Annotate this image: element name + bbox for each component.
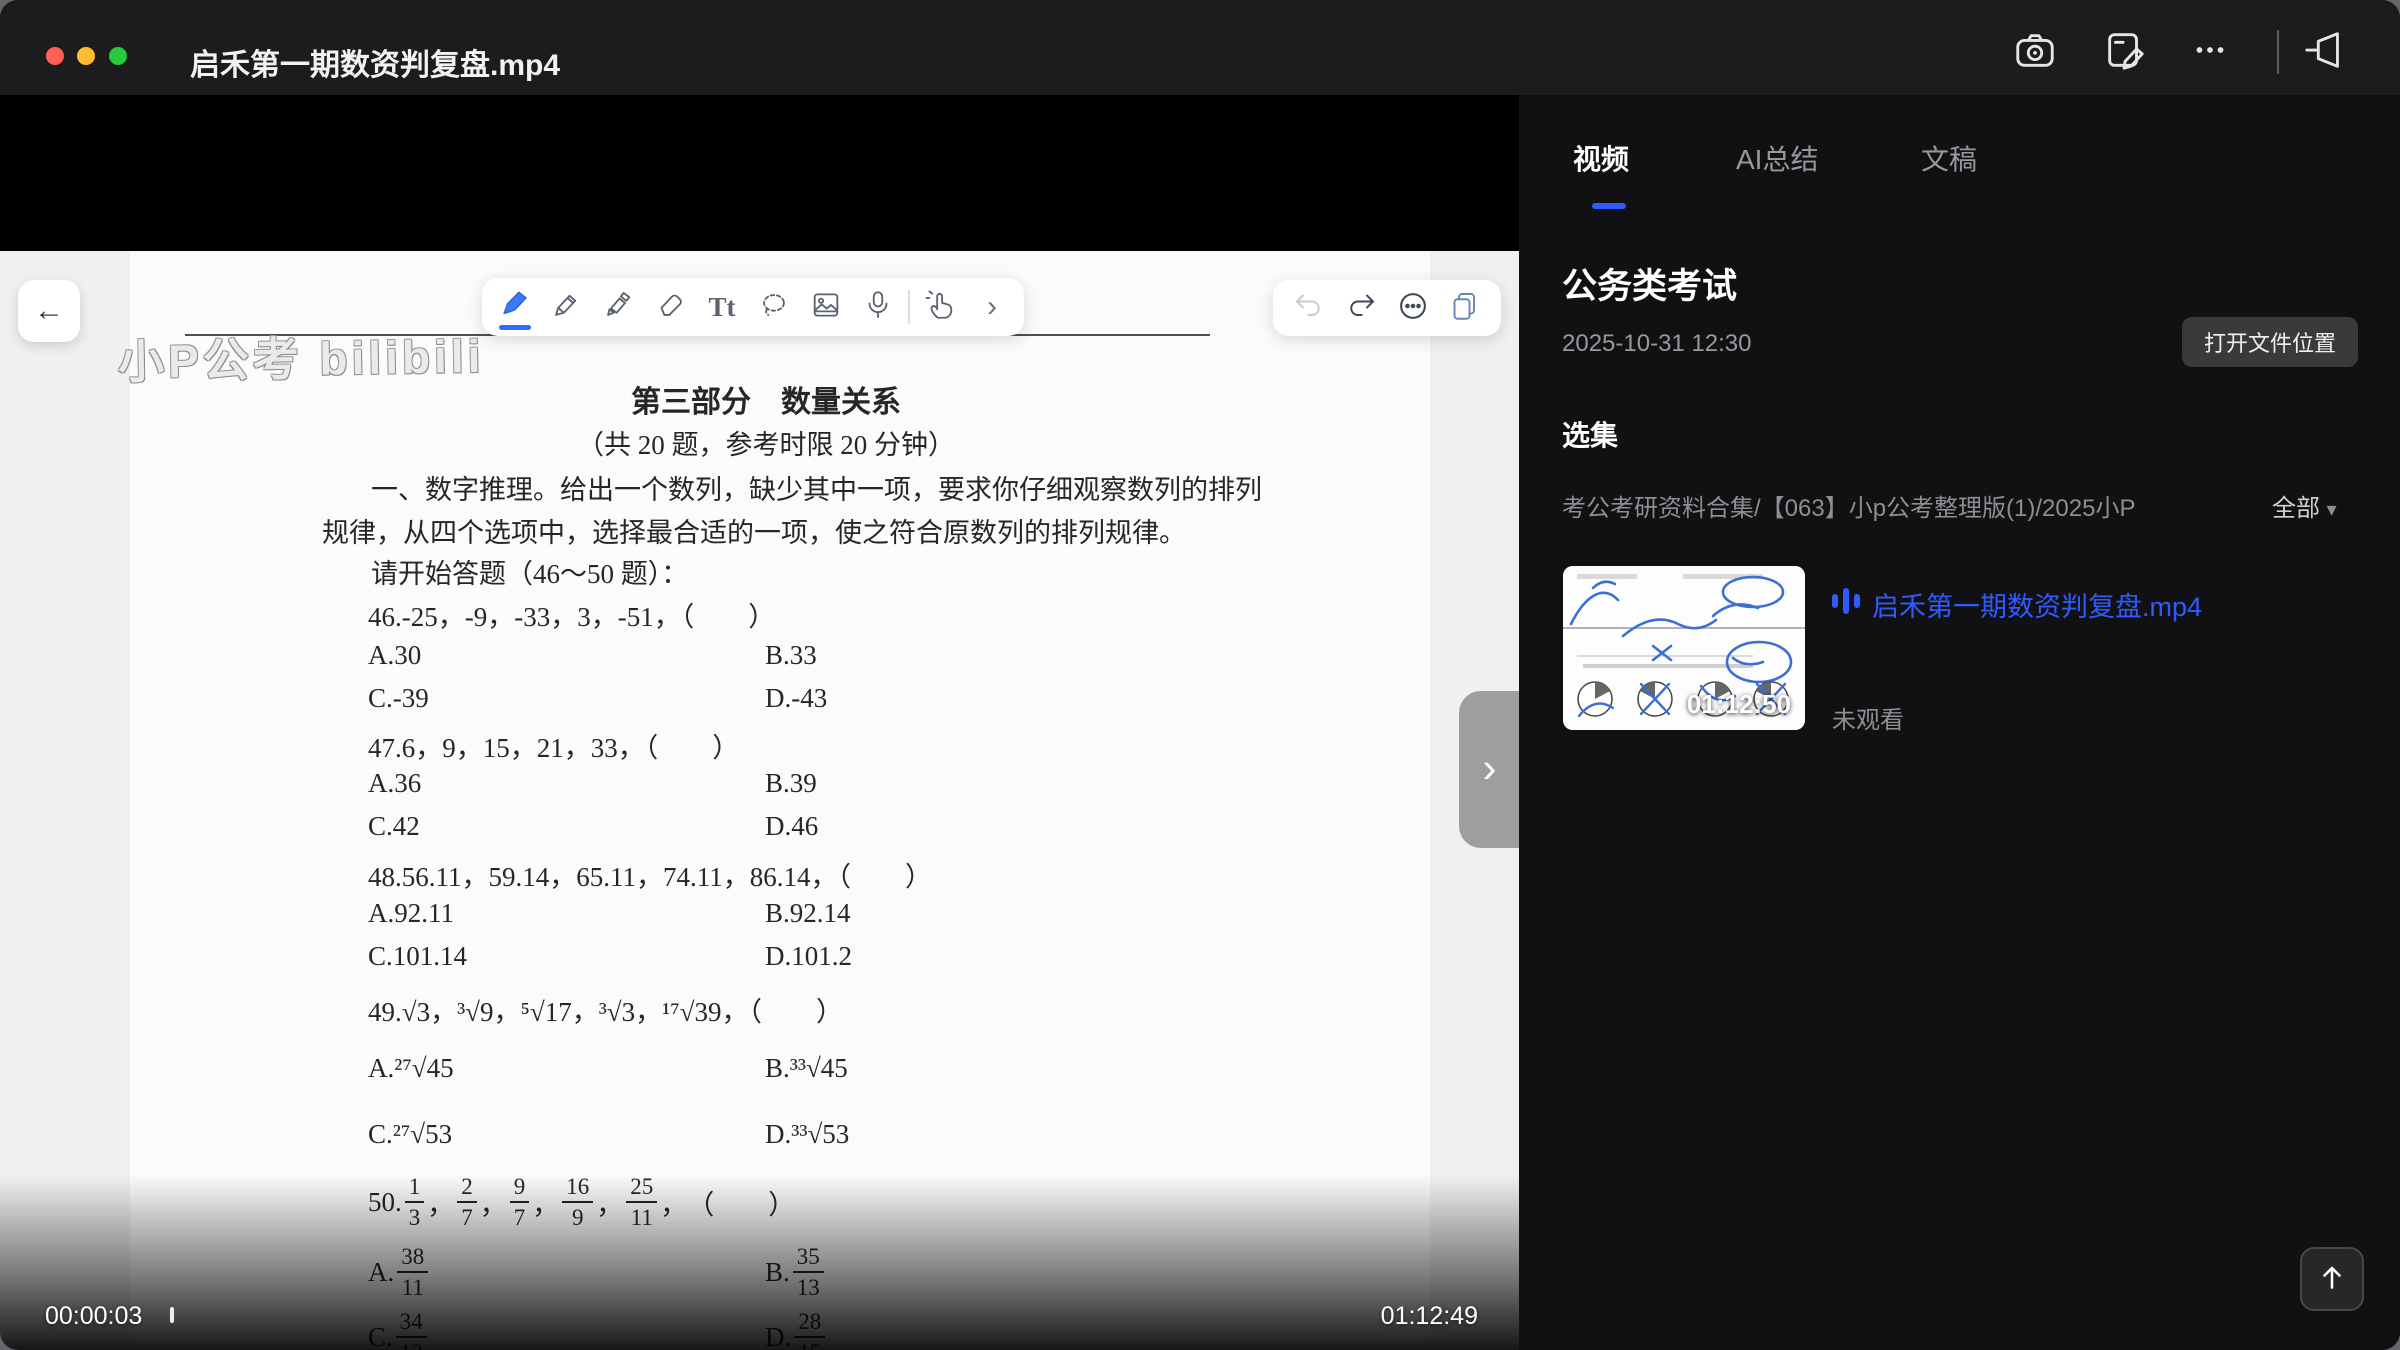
current-time: 00:00:03 xyxy=(45,1302,142,1331)
toolbar-divider xyxy=(908,290,910,324)
total-time: 01:12:49 xyxy=(1368,1302,1478,1331)
episode-duration-badge: 01:12:50 xyxy=(1687,689,1791,720)
doc-q46-option-c: C.-39 xyxy=(368,683,429,714)
open-file-location-button[interactable]: 打开文件位置 xyxy=(2182,317,2358,367)
doc-q48-option-c: C.101.14 xyxy=(368,941,467,972)
camera-icon xyxy=(2012,27,2058,78)
course-title: 公务类考试 xyxy=(1562,258,1737,309)
pin-panel-button[interactable] xyxy=(2301,28,2349,76)
doc-q46-option-b: B.33 xyxy=(765,640,817,671)
active-tab-underline xyxy=(1592,203,1626,209)
tab-video[interactable]: 视频 xyxy=(1573,138,1629,178)
mic-tool-button[interactable] xyxy=(852,279,904,335)
tab-transcript[interactable]: 文稿 xyxy=(1921,138,1977,178)
note-pencil-icon xyxy=(2102,27,2148,78)
annotation-toolbar: Tt xyxy=(482,278,1024,336)
pen-active-underline xyxy=(499,325,531,330)
lasso-tool-button[interactable] xyxy=(748,279,800,335)
pencil-icon xyxy=(549,288,583,327)
doc-q47-option-b: B.39 xyxy=(765,768,817,799)
doc-section-title: 第三部分 数量关系 xyxy=(322,377,1210,421)
doc-q46-option-a: A.30 xyxy=(368,640,421,671)
ellipsis-icon xyxy=(2187,27,2233,78)
doc-q49-option-a: A.²⁷√45 xyxy=(368,1053,454,1084)
hand-pointer-icon xyxy=(923,288,957,327)
scroll-to-top-button[interactable] xyxy=(2300,1247,2364,1311)
doc-q46-option-d: D.-43 xyxy=(765,683,827,714)
doc-q46-stem: 46.-25，-9，-33，3，-51，（ ） xyxy=(368,595,775,634)
doc-q48-option-b: B.92.14 xyxy=(765,898,851,929)
doc-q47-stem: 47.6，9，15，21，33，（ ） xyxy=(368,726,739,765)
more-tools-button[interactable] xyxy=(1387,280,1439,336)
doc-q48-option-a: A.92.11 xyxy=(368,898,454,929)
text-tool-button[interactable]: Tt xyxy=(696,279,748,335)
arrow-up-icon xyxy=(2314,1259,2350,1300)
now-playing-equalizer-icon xyxy=(1832,588,1862,614)
panel-toggle-flap[interactable]: › xyxy=(1459,691,1520,848)
video-player[interactable]: 小P公考 bilibili 第三部分 数量关系 （共 20 题，参考时限 20 … xyxy=(0,95,1519,1350)
undo-button[interactable] xyxy=(1283,280,1335,336)
tab-ai-summary[interactable]: AI总结 xyxy=(1736,138,1818,178)
copy-page-button[interactable] xyxy=(1439,280,1491,336)
redo-button[interactable] xyxy=(1335,280,1387,336)
redo-icon xyxy=(1343,288,1379,329)
filter-all-dropdown[interactable]: 全部 ▾ xyxy=(2272,488,2337,523)
doc-q49-option-c: C.²⁷√53 xyxy=(368,1119,452,1150)
video-bottom-gradient xyxy=(0,1175,1519,1350)
doc-q47-option-c: C.42 xyxy=(368,811,420,842)
video-back-button[interactable]: ← xyxy=(18,280,80,342)
highlighter-tool-button[interactable] xyxy=(592,279,644,335)
back-arrow-icon: ← xyxy=(34,294,64,328)
hand-pointer-tool-button[interactable] xyxy=(914,279,966,335)
titlebar: 启禾第一期数资判复盘.mp4 xyxy=(0,0,2400,95)
episode-watch-status: 未观看 xyxy=(1832,700,1904,735)
copy-icon xyxy=(1447,288,1483,329)
app-window: 启禾第一期数资判复盘.mp4 小P公考 bilibili xyxy=(0,0,2400,1350)
toolbar-expand-button[interactable]: › xyxy=(966,279,1018,335)
lasso-icon xyxy=(757,288,791,327)
chevron-right-icon: › xyxy=(1483,747,1497,789)
file-date: 2025-10-31 12:30 xyxy=(1562,330,1752,358)
close-traffic-light[interactable] xyxy=(46,47,64,65)
window-title: 启禾第一期数资判复盘.mp4 xyxy=(190,40,560,84)
doc-q47-option-d: D.46 xyxy=(765,811,818,842)
pin-icon xyxy=(2302,27,2348,78)
pen-tool-button[interactable] xyxy=(488,279,540,335)
doc-meta: （共 20 题，参考时限 20 分钟） xyxy=(322,423,1210,462)
episodes-heading: 选集 xyxy=(1562,414,1618,454)
pen-icon xyxy=(497,288,531,327)
microphone-icon xyxy=(861,288,895,327)
chevron-right-icon: › xyxy=(987,290,997,324)
titlebar-divider xyxy=(2277,30,2279,74)
doc-start-line: 请开始答题（46～50 题）： xyxy=(371,552,688,591)
episode-title-link[interactable]: 启禾第一期数资判复盘.mp4 xyxy=(1872,585,2202,624)
image-icon xyxy=(809,288,843,327)
eraser-tool-button[interactable] xyxy=(644,279,696,335)
doc-q49-stem: 49.√3，³√9，⁵√17，³√3，¹⁷√39，（ ） xyxy=(368,990,843,1029)
doc-q47-option-a: A.36 xyxy=(368,768,421,799)
eraser-icon xyxy=(653,288,687,327)
progress-playhead[interactable] xyxy=(170,1307,174,1323)
zoom-traffic-light[interactable] xyxy=(109,47,127,65)
minimize-traffic-light[interactable] xyxy=(77,47,95,65)
undo-icon xyxy=(1291,288,1327,329)
highlighter-icon xyxy=(601,288,635,327)
doc-q49-option-d: D.³³√53 xyxy=(765,1119,849,1150)
text-tool-icon: Tt xyxy=(709,292,736,323)
image-tool-button[interactable] xyxy=(800,279,852,335)
episodes-path: 考公考研资料合集/【063】小p公考整理版(1)/2025小P xyxy=(1562,488,2257,523)
history-toolbar xyxy=(1273,280,1501,336)
more-options-button[interactable] xyxy=(2186,28,2234,76)
chevron-down-icon: ▾ xyxy=(2327,499,2337,521)
doc-q49-option-b: B.³³√45 xyxy=(765,1053,848,1084)
doc-intro-line2: 规律，从四个选项中，选择最合适的一项，使之符合原数列的排列规律。 xyxy=(322,511,1186,550)
episode-thumbnail[interactable]: 01:12:50 xyxy=(1563,566,1805,730)
circle-ellipsis-icon xyxy=(1394,287,1432,330)
doc-q48-stem: 48.56.11，59.14，65.11，74.11，86.14，（ ） xyxy=(368,855,932,894)
notes-edit-button[interactable] xyxy=(2101,28,2149,76)
doc-intro-line1: 一、数字推理。给出一个数列，缺少其中一项，要求你仔细观察数列的排列 xyxy=(371,468,1262,507)
pencil-tool-button[interactable] xyxy=(540,279,592,335)
screenshot-camera-button[interactable] xyxy=(2011,28,2059,76)
doc-q48-option-d: D.101.2 xyxy=(765,941,852,972)
